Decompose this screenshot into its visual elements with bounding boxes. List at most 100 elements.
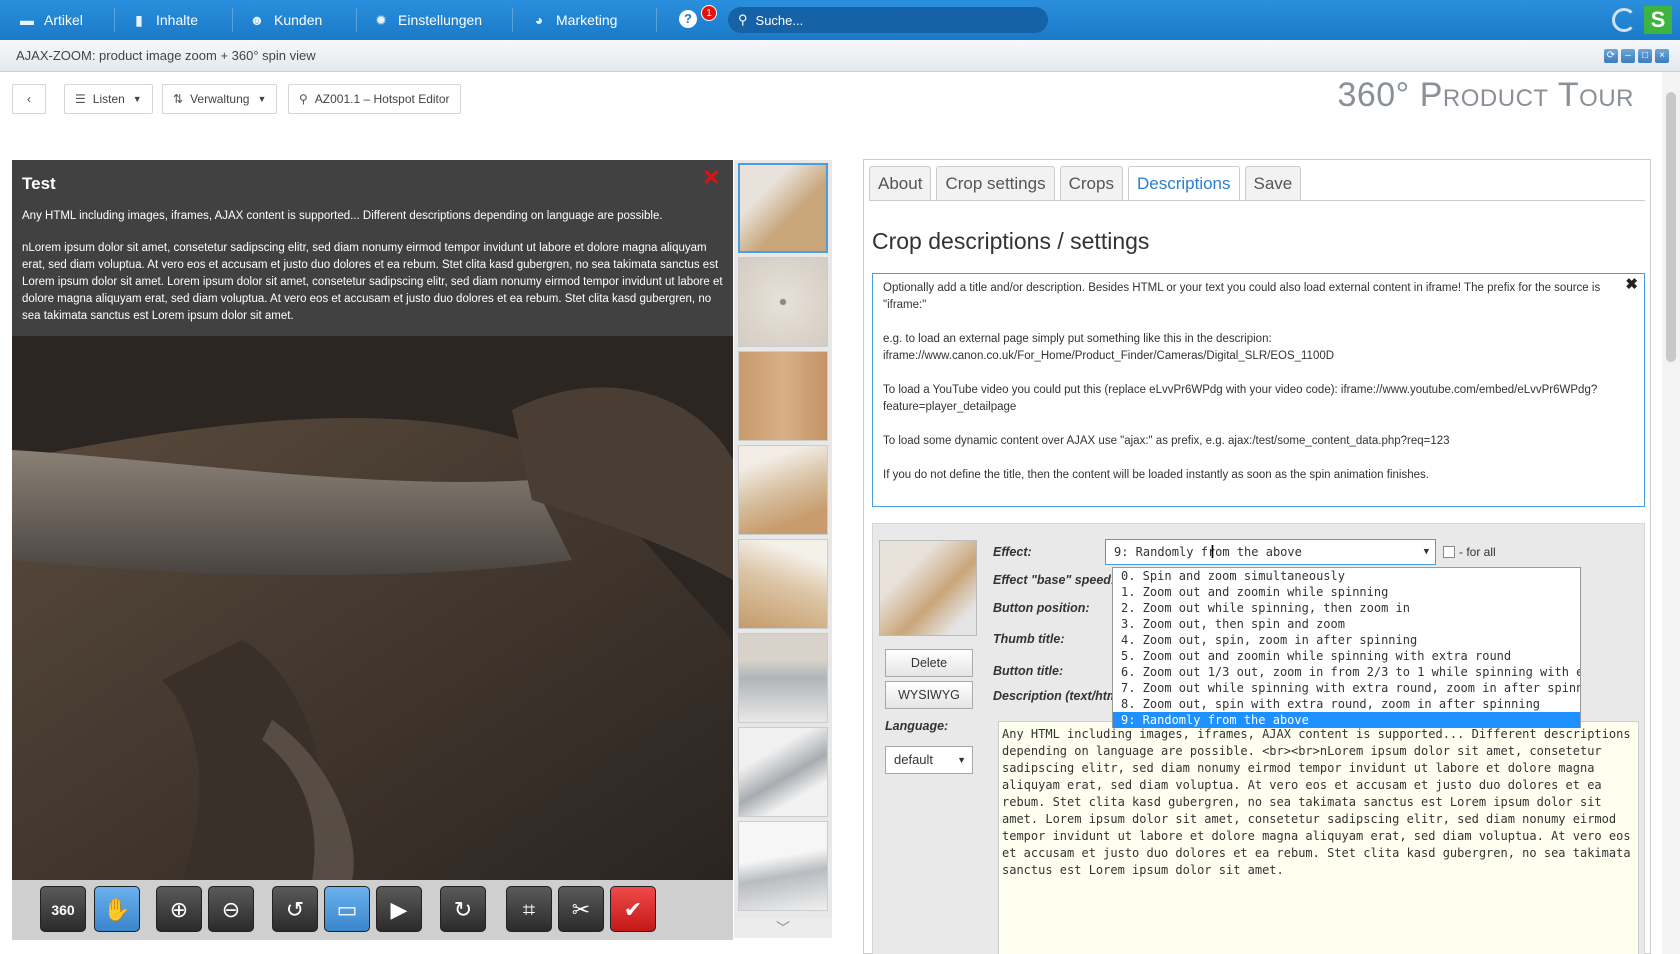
effect-option[interactable]: 6. Zoom out 1/3 out, zoom in from 2/3 to…: [1113, 664, 1580, 680]
reset-button[interactable]: ↺: [272, 886, 318, 932]
redo-icon: ↻: [453, 897, 473, 922]
language-label: Language:: [885, 719, 949, 733]
chevron-down-icon[interactable]: ﹀: [734, 918, 832, 938]
top-navigation-bar: ▬ Artikel ▮ Inhalte ☻ Kunden ✹ Einstellungen…: [0, 0, 1680, 40]
nav-einstellungen[interactable]: ✹ Einstellungen: [372, 0, 482, 40]
redo-button[interactable]: ↻: [440, 886, 486, 932]
window-minimize-icon[interactable]: –: [1621, 49, 1635, 63]
listen-label: Listen: [92, 92, 125, 106]
effect-option[interactable]: 0. Spin and zoom simultaneously: [1113, 568, 1580, 584]
tab-save[interactable]: Save: [1244, 166, 1302, 200]
search-icon: ⚲: [738, 12, 748, 27]
description-textarea[interactable]: Any HTML including images, iframes, AJAX…: [998, 721, 1639, 954]
scrollbar-thumb[interactable]: [1666, 92, 1676, 362]
effect-option[interactable]: 2. Zoom out while spinning, then zoom in: [1113, 600, 1580, 616]
thumbnail-1[interactable]: [738, 163, 828, 253]
caret-down-icon: ▼: [957, 755, 966, 765]
description-overlay: Test Any HTML including images, iframes,…: [12, 160, 733, 336]
thumbnail-8[interactable]: [738, 821, 828, 911]
close-icon[interactable]: ✖: [1625, 276, 1638, 293]
nav-inhalte-label: Inhalte: [156, 12, 199, 28]
effect-option[interactable]: 8. Zoom out, spin with extra round, zoom…: [1113, 696, 1580, 712]
window-refresh-icon[interactable]: ⟳: [1604, 49, 1618, 63]
description-label: Description (text/htm: [993, 689, 1119, 703]
refresh-logo-icon[interactable]: [1612, 8, 1636, 32]
tab-about[interactable]: About: [869, 166, 932, 200]
back-button[interactable]: ‹: [12, 84, 46, 114]
thumbnail-5[interactable]: [738, 539, 828, 629]
confirm-button[interactable]: ✔: [610, 886, 656, 932]
brand-title: 360° Product Tour: [1337, 76, 1634, 114]
language-value: default: [894, 752, 934, 767]
fullscreen-button[interactable]: ▭: [324, 886, 370, 932]
delete-button[interactable]: Delete: [885, 649, 973, 677]
panel-title: Crop descriptions / settings: [872, 228, 1150, 254]
thumbnail-6[interactable]: [738, 633, 828, 723]
tab-descriptions[interactable]: Descriptions: [1127, 166, 1240, 200]
checkbox[interactable]: [1443, 546, 1455, 558]
nav-marketing-label: Marketing: [556, 12, 618, 28]
zoom-in-button[interactable]: ⊕: [156, 886, 202, 932]
effect-label: Effect:: [993, 545, 1032, 559]
tab-crop-settings[interactable]: Crop settings: [936, 166, 1055, 200]
nav-inhalte[interactable]: ▮ Inhalte: [130, 0, 198, 40]
crop-button[interactable]: ⌗: [506, 886, 552, 932]
effect-option-selected[interactable]: 9: Randomly from the above: [1113, 712, 1580, 728]
crop-preview-thumbnail: [879, 540, 977, 636]
nav-marketing[interactable]: ◕ Marketing: [530, 0, 618, 40]
effect-option[interactable]: 5. Zoom out and zoomin while spinning wi…: [1113, 648, 1580, 664]
hand-icon: ✋: [103, 897, 131, 922]
viewer-toolbar: 360 ✋ ⊕ ⊖ ↺ ▭ ▶ ↻ ⌗ ✂ ✔: [12, 880, 733, 940]
wysiwyg-button[interactable]: WYSIWYG: [885, 681, 973, 709]
list-icon: ☰: [75, 92, 86, 106]
verwaltung-dropdown[interactable]: ⇅ Verwaltung ▼: [162, 84, 278, 114]
for-all-checkbox[interactable]: - for all: [1443, 545, 1496, 559]
tab-crops[interactable]: Crops: [1059, 166, 1123, 200]
users-icon: ☻: [249, 12, 265, 28]
info-paragraph: e.g. to load an external page simply put…: [883, 333, 1335, 362]
window-close-icon[interactable]: ×: [1655, 49, 1669, 63]
language-select[interactable]: default ▼: [885, 746, 973, 774]
thumb-title-label: Thumb title:: [993, 632, 1065, 646]
sort-icon: ⇅: [173, 92, 184, 106]
nav-divider: [356, 8, 357, 32]
map-marker-icon: ⚲: [299, 92, 308, 106]
spin-viewer[interactable]: Test Any HTML including images, iframes,…: [12, 160, 733, 880]
info-paragraph: To load a YouTube video you could put th…: [883, 384, 1598, 413]
window-maximize-icon[interactable]: □: [1638, 49, 1652, 63]
nav-artikel[interactable]: ▬ Artikel: [18, 0, 83, 40]
pan-hand-button[interactable]: ✋: [94, 886, 140, 932]
listen-dropdown[interactable]: ☰ Listen ▼: [64, 84, 153, 114]
breadcrumb[interactable]: ⚲ AZ001.1 – Hotspot Editor: [288, 84, 461, 114]
play-icon: ▶: [390, 897, 408, 922]
info-paragraph: To load some dynamic content over AJAX u…: [883, 435, 1450, 447]
overlay-close-icon[interactable]: ✕: [702, 167, 720, 189]
effect-value: 9: Randomly from the above: [1114, 545, 1302, 559]
thumbnail-2[interactable]: [738, 257, 828, 347]
thumbnail-4[interactable]: [738, 445, 828, 535]
thumbnail-7[interactable]: [738, 727, 828, 817]
effect-option[interactable]: 7. Zoom out while spinning with extra ro…: [1113, 680, 1580, 696]
spin-360-label: 360: [51, 902, 75, 918]
play-button[interactable]: ▶: [376, 886, 422, 932]
breadcrumb-label: AZ001.1 – Hotspot Editor: [314, 92, 450, 106]
effect-option[interactable]: 4. Zoom out, spin, zoom in after spinnin…: [1113, 632, 1580, 648]
position-label: Button position:: [993, 601, 1090, 615]
nav-divider: [114, 8, 115, 32]
search-input[interactable]: ⚲ Suche...: [728, 7, 1048, 33]
thumbnail-3[interactable]: [738, 351, 828, 441]
spin-360-button[interactable]: 360: [40, 886, 86, 932]
effect-option[interactable]: 1. Zoom out and zoomin while spinning: [1113, 584, 1580, 600]
zoom-out-button[interactable]: ⊖: [208, 886, 254, 932]
page-scrollbar[interactable]: [1662, 72, 1680, 954]
caret-down-icon: ▼: [132, 94, 142, 104]
nav-kunden[interactable]: ☻ Kunden: [248, 0, 323, 40]
overlay-paragraph-1: Any HTML including images, iframes, AJAX…: [22, 210, 663, 222]
tools-button[interactable]: ✂: [558, 886, 604, 932]
notification-badge: 1: [701, 5, 717, 21]
effect-select[interactable]: 9: Randomly from the above ▼: [1105, 539, 1436, 565]
effect-option[interactable]: 3. Zoom out, then spin and zoom: [1113, 616, 1580, 632]
help-icon[interactable]: ?: [679, 10, 697, 28]
window-title: AJAX-ZOOM: product image zoom + 360° spi…: [16, 48, 316, 63]
verwaltung-label: Verwaltung: [190, 92, 250, 106]
